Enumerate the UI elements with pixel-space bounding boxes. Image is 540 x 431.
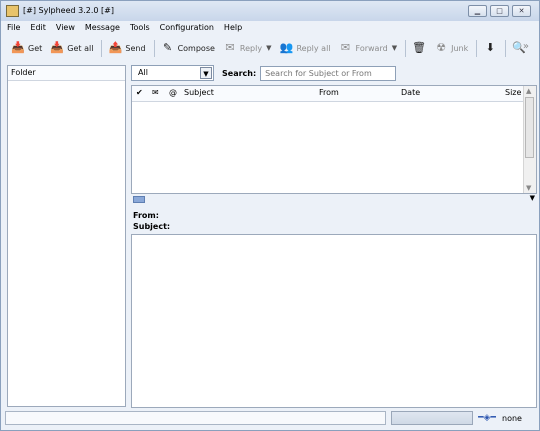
minimize-button[interactable]: ▁ <box>468 5 487 17</box>
close-button[interactable]: ✕ <box>512 5 531 17</box>
trash-icon: 🗑 <box>412 41 427 54</box>
forward-icon: ✉ <box>340 41 351 54</box>
reply-dropdown-icon[interactable]: ▼ <box>266 44 271 52</box>
message-pane: All ▼ Search: ✔ ✉ @ Subject From Date Si… <box>131 64 537 408</box>
next-button[interactable]: ⬇ <box>483 41 497 55</box>
compose-icon: ✎ <box>162 41 173 54</box>
scroll-up-icon[interactable]: ▲ <box>526 87 531 95</box>
chevron-down-icon[interactable]: ▼ <box>200 67 212 79</box>
attachment-column-header[interactable]: @ <box>169 88 177 97</box>
forward-dropdown-icon[interactable]: ▼ <box>392 44 397 52</box>
online-status-label: none <box>502 414 522 423</box>
menu-view[interactable]: View <box>56 21 75 35</box>
folder-pane: Folder <box>7 65 126 407</box>
toolbar-separator <box>476 39 478 57</box>
maximize-button[interactable]: □ <box>490 5 509 17</box>
mark-column-header[interactable]: ✔ <box>136 88 143 97</box>
menu-tools[interactable]: Tools <box>130 21 150 35</box>
unread-column-header[interactable]: ✉ <box>152 88 159 97</box>
search-input[interactable] <box>260 65 397 81</box>
reply-all-icon: 👥 <box>279 41 294 54</box>
forward-button[interactable]: ✉ Forward <box>339 41 388 55</box>
message-toolbar: ▼ <box>131 194 537 206</box>
get-button[interactable]: 📥 Get <box>11 41 42 55</box>
junk-icon: ☢ <box>436 41 447 54</box>
from-column-header[interactable]: From <box>319 88 339 97</box>
get-all-icon: 📥 <box>50 41 65 54</box>
message-body-view[interactable] <box>131 234 537 408</box>
date-column-header[interactable]: Date <box>401 88 420 97</box>
down-arrow-icon: ⬇ <box>485 41 495 54</box>
filter-select[interactable]: All ▼ <box>131 65 214 81</box>
message-list-scrollbar[interactable]: ▲ ▼ <box>523 86 536 193</box>
junk-button[interactable]: ☢ Junk <box>434 41 468 55</box>
subject-column-header[interactable]: Subject <box>184 88 214 97</box>
compose-button[interactable]: ✎ Compose <box>161 41 215 55</box>
subject-label: Subject: <box>133 222 171 231</box>
scroll-down-icon[interactable]: ▼ <box>526 184 531 192</box>
toolbar-separator <box>101 39 103 57</box>
filter-row: All ▼ Search: <box>131 64 537 82</box>
window-controls: ▁ □ ✕ <box>468 5 531 17</box>
window-title: [#] Sylpheed 3.2.0 [#] <box>23 6 114 15</box>
toolbar-separator <box>405 39 407 57</box>
from-label: From: <box>133 211 159 220</box>
message-list-header: ✔ ✉ @ Subject From Date Size <box>132 86 524 102</box>
menu-message[interactable]: Message <box>85 21 120 35</box>
trash-button[interactable]: 🗑 <box>412 41 426 55</box>
reply-icon: ✉ <box>225 41 235 54</box>
folder-icon[interactable] <box>133 196 145 203</box>
send-button[interactable]: 📤 Send <box>108 41 146 55</box>
toolbar-more-button[interactable]: » <box>523 41 529 52</box>
send-icon: 📤 <box>108 41 123 54</box>
folder-column-header[interactable]: Folder <box>8 66 125 81</box>
message-header-view: From: Subject: <box>131 209 537 235</box>
menu-edit[interactable]: Edit <box>30 21 46 35</box>
scroll-thumb[interactable] <box>525 97 534 158</box>
status-bar: ━◈━ none <box>5 411 537 426</box>
get-icon: 📥 <box>11 41 25 54</box>
app-icon <box>6 5 19 17</box>
title-bar: [#] Sylpheed 3.2.0 [#] ▁ □ ✕ <box>1 1 539 21</box>
message-list[interactable]: ✔ ✉ @ Subject From Date Size ▲ ▼ <box>131 85 537 194</box>
chevron-down-icon[interactable]: ▼ <box>530 194 535 202</box>
reply-button[interactable]: ✉ Reply <box>223 41 262 55</box>
online-status-icon[interactable]: ━◈━ <box>478 412 496 424</box>
menu-configuration[interactable]: Configuration <box>160 21 214 35</box>
size-column-header[interactable]: Size <box>505 88 521 97</box>
menu-help[interactable]: Help <box>224 21 242 35</box>
search-label: Search: <box>222 68 257 78</box>
main-window: [#] Sylpheed 3.2.0 [#] ▁ □ ✕ File Edit V… <box>0 0 540 431</box>
reply-all-button[interactable]: 👥 Reply all <box>279 41 331 55</box>
get-all-button[interactable]: 📥 Get all <box>50 41 93 55</box>
status-text <box>5 411 386 425</box>
progress-bar <box>391 411 473 425</box>
toolbar-separator <box>153 39 155 57</box>
menu-file[interactable]: File <box>7 21 20 35</box>
toolbar: 📥 Get 📥 Get all 📤 Send ✎ Compose ✉ Reply ▼ 👥 R… <box>1 36 539 60</box>
menu-bar: File Edit View Message Tools Configurati… <box>1 21 539 35</box>
toolbar-separator <box>505 39 507 57</box>
